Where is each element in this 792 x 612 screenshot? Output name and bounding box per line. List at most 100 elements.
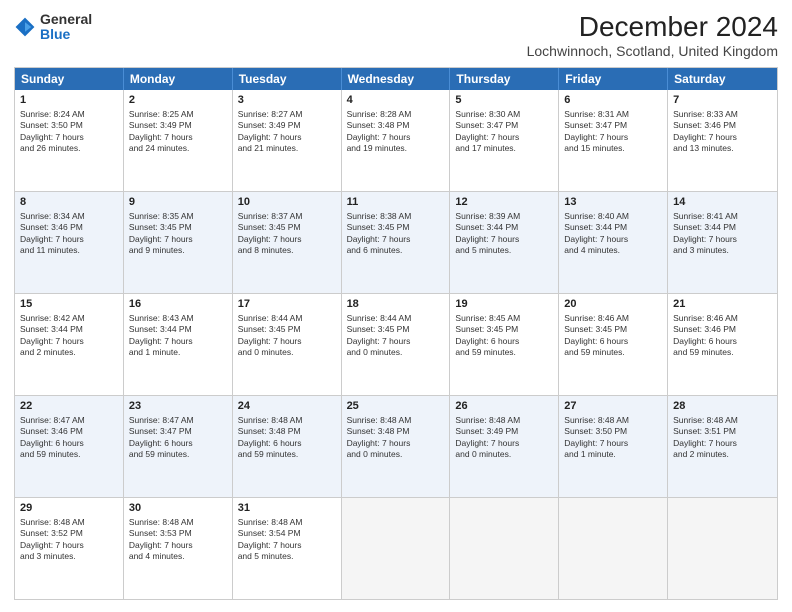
cal-cell-4-4: 25Sunrise: 8:48 AMSunset: 3:48 PMDayligh… [342, 396, 451, 497]
day-number-26: 26 [455, 399, 553, 414]
day-number-15: 15 [20, 297, 118, 312]
cell-info-line: Sunset: 3:45 PM [347, 222, 410, 232]
cell-info-line: and 2 minutes. [673, 449, 729, 459]
day-number-14: 14 [673, 195, 772, 210]
cell-info-line: Sunrise: 8:46 AM [673, 313, 738, 323]
cell-info-line: Sunset: 3:49 PM [238, 120, 301, 130]
cell-info-line: and 5 minutes. [238, 551, 294, 561]
cal-cell-3-7: 21Sunrise: 8:46 AMSunset: 3:46 PMDayligh… [668, 294, 777, 395]
cell-info-line: Daylight: 6 hours [455, 336, 519, 346]
cell-info-line: Sunset: 3:45 PM [564, 324, 627, 334]
cal-cell-3-6: 20Sunrise: 8:46 AMSunset: 3:45 PMDayligh… [559, 294, 668, 395]
cell-info-line: and 6 minutes. [347, 245, 403, 255]
cell-info-line: and 13 minutes. [673, 143, 733, 153]
cell-info-line: Sunset: 3:49 PM [129, 120, 192, 130]
cell-info-line: Daylight: 7 hours [20, 132, 84, 142]
cell-info-line: and 15 minutes. [564, 143, 624, 153]
cell-info-line: Sunrise: 8:39 AM [455, 211, 520, 221]
cell-info-line: Sunset: 3:49 PM [455, 426, 518, 436]
cal-cell-5-6 [559, 498, 668, 599]
cell-info-line: Sunset: 3:45 PM [455, 324, 518, 334]
cal-cell-4-1: 22Sunrise: 8:47 AMSunset: 3:46 PMDayligh… [15, 396, 124, 497]
cell-info-line: Daylight: 7 hours [455, 132, 519, 142]
cell-info-line: Sunset: 3:54 PM [238, 528, 301, 538]
day-number-22: 22 [20, 399, 118, 414]
cell-info-line: and 0 minutes. [238, 347, 294, 357]
cell-info-line: Daylight: 7 hours [238, 132, 302, 142]
cell-info-line: Daylight: 7 hours [347, 336, 411, 346]
cal-cell-3-5: 19Sunrise: 8:45 AMSunset: 3:45 PMDayligh… [450, 294, 559, 395]
day-number-12: 12 [455, 195, 553, 210]
cal-cell-2-3: 10Sunrise: 8:37 AMSunset: 3:45 PMDayligh… [233, 192, 342, 293]
cell-info-line: and 17 minutes. [455, 143, 515, 153]
cal-cell-3-3: 17Sunrise: 8:44 AMSunset: 3:45 PMDayligh… [233, 294, 342, 395]
cell-info-line: Sunrise: 8:33 AM [673, 109, 738, 119]
calendar-header: Sunday Monday Tuesday Wednesday Thursday… [15, 68, 777, 90]
cell-info-line: and 26 minutes. [20, 143, 80, 153]
day-number-31: 31 [238, 501, 336, 516]
cal-row-5: 29Sunrise: 8:48 AMSunset: 3:52 PMDayligh… [15, 497, 777, 599]
cell-info-line: Daylight: 7 hours [129, 540, 193, 550]
day-number-16: 16 [129, 297, 227, 312]
weekday-friday: Friday [559, 68, 668, 90]
cal-cell-2-2: 9Sunrise: 8:35 AMSunset: 3:45 PMDaylight… [124, 192, 233, 293]
cell-info-line: and 0 minutes. [347, 347, 403, 357]
day-number-9: 9 [129, 195, 227, 210]
cell-info-line: Sunset: 3:45 PM [238, 222, 301, 232]
cal-cell-1-3: 3Sunrise: 8:27 AMSunset: 3:49 PMDaylight… [233, 90, 342, 191]
header: General Blue December 2024 Lochwinnoch, … [14, 12, 778, 59]
day-number-3: 3 [238, 93, 336, 108]
cell-info-line: and 8 minutes. [238, 245, 294, 255]
cell-info-line: Sunrise: 8:44 AM [238, 313, 303, 323]
calendar-body: 1Sunrise: 8:24 AMSunset: 3:50 PMDaylight… [15, 90, 777, 599]
cal-cell-1-2: 2Sunrise: 8:25 AMSunset: 3:49 PMDaylight… [124, 90, 233, 191]
logo: General Blue [14, 12, 92, 43]
cell-info-line: Sunrise: 8:31 AM [564, 109, 629, 119]
cell-info-line: Daylight: 7 hours [20, 336, 84, 346]
cal-cell-3-2: 16Sunrise: 8:43 AMSunset: 3:44 PMDayligh… [124, 294, 233, 395]
day-number-20: 20 [564, 297, 662, 312]
cell-info-line: Daylight: 7 hours [673, 132, 737, 142]
cal-cell-5-5 [450, 498, 559, 599]
day-number-11: 11 [347, 195, 445, 210]
cell-info-line: and 0 minutes. [347, 449, 403, 459]
day-number-5: 5 [455, 93, 553, 108]
cell-info-line: Sunset: 3:53 PM [129, 528, 192, 538]
cell-info-line: Sunset: 3:46 PM [673, 324, 736, 334]
cell-info-line: Sunset: 3:48 PM [347, 120, 410, 130]
cal-row-2: 8Sunrise: 8:34 AMSunset: 3:46 PMDaylight… [15, 191, 777, 293]
cal-cell-4-7: 28Sunrise: 8:48 AMSunset: 3:51 PMDayligh… [668, 396, 777, 497]
cell-info-line: and 0 minutes. [455, 449, 511, 459]
cell-info-line: Sunset: 3:46 PM [20, 426, 83, 436]
cal-cell-1-5: 5Sunrise: 8:30 AMSunset: 3:47 PMDaylight… [450, 90, 559, 191]
cell-info-line: Sunrise: 8:34 AM [20, 211, 85, 221]
day-number-21: 21 [673, 297, 772, 312]
cell-info-line: Sunset: 3:47 PM [455, 120, 518, 130]
cal-cell-4-3: 24Sunrise: 8:48 AMSunset: 3:48 PMDayligh… [233, 396, 342, 497]
weekday-monday: Monday [124, 68, 233, 90]
cell-info-line: and 3 minutes. [20, 551, 76, 561]
cell-info-line: Sunset: 3:44 PM [455, 222, 518, 232]
page: General Blue December 2024 Lochwinnoch, … [0, 0, 792, 612]
weekday-tuesday: Tuesday [233, 68, 342, 90]
cal-cell-1-6: 6Sunrise: 8:31 AMSunset: 3:47 PMDaylight… [559, 90, 668, 191]
cell-info-line: Daylight: 7 hours [129, 336, 193, 346]
logo-general: General [40, 11, 92, 27]
cell-info-line: Sunrise: 8:48 AM [455, 415, 520, 425]
cell-info-line: and 59 minutes. [673, 347, 733, 357]
cell-info-line: and 59 minutes. [238, 449, 298, 459]
cell-info-line: Daylight: 7 hours [564, 132, 628, 142]
calendar: Sunday Monday Tuesday Wednesday Thursday… [14, 67, 778, 600]
cell-info-line: Sunset: 3:45 PM [129, 222, 192, 232]
logo-icon [14, 16, 36, 38]
cell-info-line: Sunrise: 8:41 AM [673, 211, 738, 221]
day-number-23: 23 [129, 399, 227, 414]
cell-info-line: Sunset: 3:45 PM [238, 324, 301, 334]
cell-info-line: and 9 minutes. [129, 245, 185, 255]
cell-info-line: Daylight: 7 hours [238, 234, 302, 244]
cell-info-line: Sunset: 3:46 PM [673, 120, 736, 130]
cell-info-line: Sunrise: 8:48 AM [238, 517, 303, 527]
cell-info-line: Sunrise: 8:24 AM [20, 109, 85, 119]
cell-info-line: Sunrise: 8:48 AM [673, 415, 738, 425]
cell-info-line: and 59 minutes. [129, 449, 189, 459]
